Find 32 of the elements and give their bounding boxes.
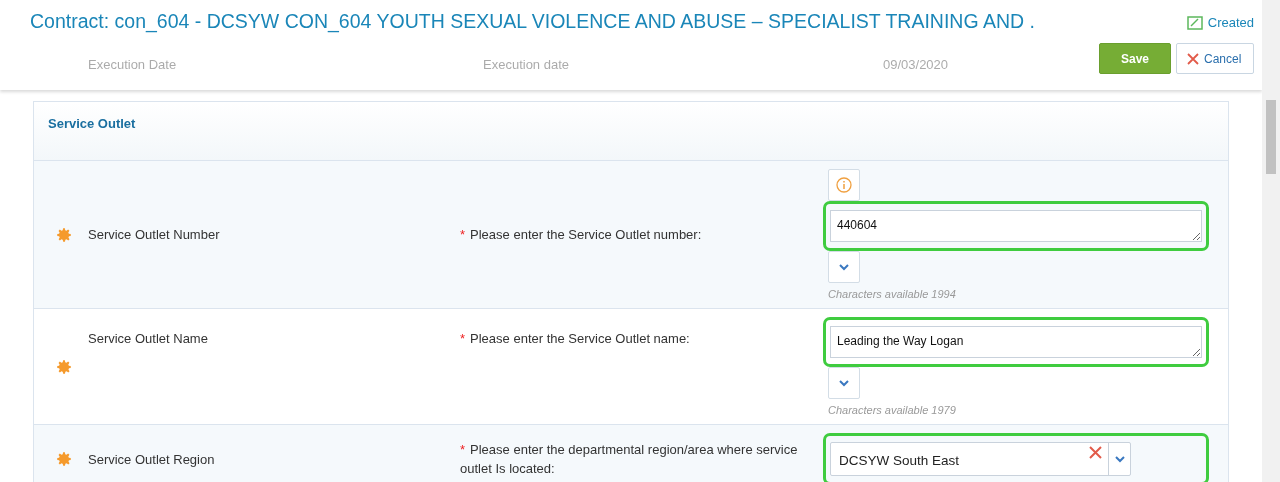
text-field[interactable]: Leading the Way Logan <box>830 326 1202 358</box>
field-label: Service Outlet Number <box>88 227 221 242</box>
chevron-down-icon <box>839 263 849 271</box>
field-label: Service Outlet Name <box>88 331 209 346</box>
info-icon <box>836 177 852 193</box>
character-counter: Characters available 1979 <box>828 404 956 416</box>
scrollbar[interactable] <box>1262 0 1280 482</box>
section-title: Service Outlet <box>48 116 136 131</box>
text-field[interactable]: 440604 <box>830 210 1202 242</box>
field-label: Service Outlet Region <box>88 451 216 467</box>
cancel-button[interactable]: Cancel <box>1176 43 1254 74</box>
expand-button[interactable] <box>828 251 860 283</box>
close-icon <box>1187 52 1199 65</box>
field-prompt: * Please enter the Service Outlet name: <box>460 330 691 348</box>
contract-title: Contract: con_604 - DCSYW CON_604 YOUTH SEXUAL VIOLENCE AND ABUSE – SPECIALIST TRAINING AND . <box>30 10 1035 33</box>
field-label: Execution Date <box>88 56 178 72</box>
chevron-down-icon <box>1114 455 1125 463</box>
character-counter: Characters available 1994 <box>828 288 956 300</box>
gear-icon <box>55 225 73 244</box>
expand-button[interactable] <box>828 367 860 399</box>
field-prompt: * Please enter the departmental region/area where service outlet Is located: <box>460 441 799 478</box>
field-prompt: Execution date <box>483 56 570 72</box>
edit-icon <box>1186 15 1203 30</box>
chevron-down-icon <box>839 379 849 387</box>
close-icon <box>1088 446 1102 459</box>
info-button[interactable] <box>828 169 860 201</box>
date-value: 09/03/2020 <box>883 56 949 72</box>
gear-icon <box>55 357 73 376</box>
region-select[interactable]: DCSYW South East <box>830 442 1131 476</box>
status-text: Created <box>1207 15 1254 30</box>
field-prompt: * Please enter the Service Outlet number: <box>460 226 703 244</box>
gear-icon <box>55 450 73 468</box>
